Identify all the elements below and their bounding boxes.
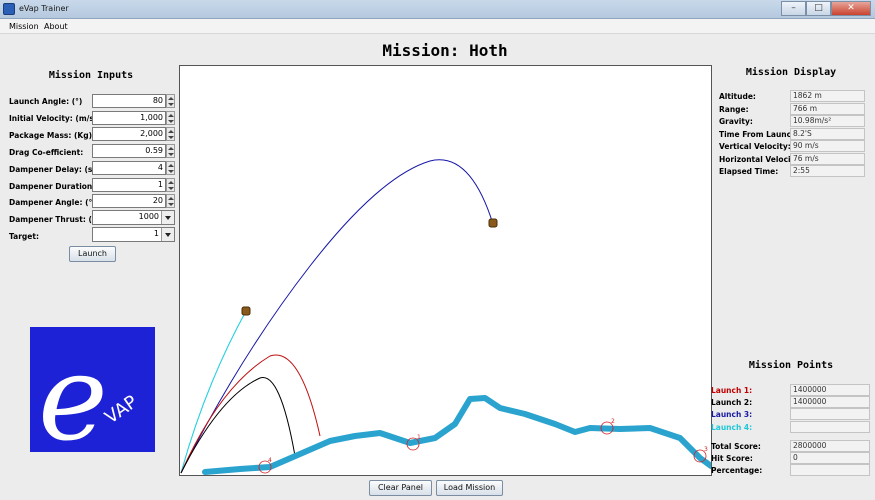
time-from-launch-label: Time From Launch: xyxy=(719,130,800,139)
target-select[interactable]: 1 xyxy=(92,227,175,242)
drag-coefficient-spinner[interactable] xyxy=(166,144,175,158)
elapsed-time-value: 2:55 xyxy=(790,165,865,177)
total-score-value: 2800000 xyxy=(790,440,870,452)
package-mass-label: Package Mass: (Kg) xyxy=(9,131,93,140)
window-title: eVap Trainer xyxy=(19,4,69,13)
initial-velocity-label: Initial Velocity: (m/s) xyxy=(9,114,98,123)
package-icon xyxy=(241,306,251,316)
trajectory-black xyxy=(180,376,296,474)
chevron-down-icon[interactable] xyxy=(161,228,174,241)
menu-about[interactable]: About xyxy=(44,22,68,31)
dampener-thrust-select[interactable]: 1000 xyxy=(92,210,175,225)
dampener-angle-input[interactable]: 20 xyxy=(92,194,166,208)
altitude-label: Altitude: xyxy=(719,92,756,101)
target-label-1: 1 xyxy=(417,434,421,441)
dampener-duration-spinner[interactable] xyxy=(166,178,175,192)
total-score-label: Total Score: xyxy=(711,442,761,451)
altitude-value: 1862 m xyxy=(790,90,865,102)
target-label: Target: xyxy=(9,232,39,241)
minimize-button[interactable]: – xyxy=(781,1,806,16)
close-button[interactable]: ✕ xyxy=(831,1,871,16)
launch-3-value xyxy=(790,408,870,420)
launch-angle-input[interactable]: 80 xyxy=(92,94,166,108)
range-value: 766 m xyxy=(790,103,865,115)
initial-velocity-spinner[interactable] xyxy=(166,111,175,125)
dampener-delay-label: Dampener Delay: (s) xyxy=(9,165,96,174)
drag-coefficient-label: Drag Co-efficient: xyxy=(9,148,84,157)
gravity-value: 10.98m/s² xyxy=(790,115,865,127)
vertical-velocity-value: 90 m/s xyxy=(790,140,865,152)
chevron-down-icon[interactable] xyxy=(161,211,174,224)
points-title: Mission Points xyxy=(748,360,834,371)
evap-logo: e VAP xyxy=(30,327,155,467)
horizontal-velocity-value: 76 m/s xyxy=(790,153,865,165)
hit-score-value: 0 xyxy=(790,452,870,464)
percentage-value xyxy=(790,464,870,476)
hit-score-label: Hit Score: xyxy=(711,454,753,463)
launch-angle-label: Launch Angle: (°) xyxy=(9,97,83,106)
elapsed-time-label: Elapsed Time: xyxy=(719,167,779,176)
simulation-canvas[interactable]: 4 1 2 3 xyxy=(179,65,712,476)
range-label: Range: xyxy=(719,105,749,114)
launch-2-value: 1400000 xyxy=(790,396,870,408)
load-mission-button[interactable]: Load Mission xyxy=(436,480,503,496)
target-label-3: 3 xyxy=(704,446,708,453)
logo-letter: e xyxy=(38,329,108,452)
target-label-4: 4 xyxy=(268,457,272,464)
dampener-thrust-value: 1000 xyxy=(138,212,159,221)
target-value: 1 xyxy=(153,229,159,238)
dampener-angle-spinner[interactable] xyxy=(166,194,175,208)
dampener-thrust-label: Dampener Thrust: (N) xyxy=(9,215,102,224)
gravity-label: Gravity: xyxy=(719,117,753,126)
percentage-label: Percentage: xyxy=(711,466,763,475)
app-icon xyxy=(3,3,15,15)
dampener-angle-label: Dampener Angle: (°) xyxy=(9,198,96,207)
trajectory-blue xyxy=(180,159,494,474)
launch-2-label: Launch 2: xyxy=(711,398,753,407)
launch-1-label: Launch 1: xyxy=(711,386,753,395)
dampener-duration-input[interactable]: 1 xyxy=(92,178,166,192)
clear-panel-button[interactable]: Clear Panel xyxy=(369,480,432,496)
launch-4-value xyxy=(790,421,870,433)
package-mass-spinner[interactable] xyxy=(166,127,175,141)
display-title: Mission Display xyxy=(745,67,837,78)
launch-4-label: Launch 4: xyxy=(711,423,753,432)
launch-1-value: 1400000 xyxy=(790,384,870,396)
launch-angle-spinner[interactable] xyxy=(166,94,175,108)
target-label-2: 2 xyxy=(611,418,615,425)
launch-button[interactable]: Launch xyxy=(69,246,116,262)
terrain-line xyxy=(202,395,711,475)
package-mass-input[interactable]: 2,000 xyxy=(92,127,166,141)
launch-3-label: Launch 3: xyxy=(711,410,753,419)
inputs-title: Mission Inputs xyxy=(48,70,134,81)
drag-coefficient-input[interactable]: 0.59 xyxy=(92,144,166,158)
package-icon xyxy=(488,218,498,228)
initial-velocity-input[interactable]: 1,000 xyxy=(92,111,166,125)
menu-bar: Mission About xyxy=(0,19,875,34)
title-bar: eVap Trainer – □ ✕ xyxy=(0,0,875,19)
vertical-velocity-label: Vertical Velocity: xyxy=(719,142,791,151)
page-title: Mission: Hoth xyxy=(382,41,508,60)
dampener-delay-spinner[interactable] xyxy=(166,161,175,175)
dampener-delay-input[interactable]: 4 xyxy=(92,161,166,175)
trajectory-cyan xyxy=(180,310,247,474)
time-from-launch-value: 8.2'S xyxy=(790,128,865,140)
maximize-button[interactable]: □ xyxy=(806,1,831,16)
menu-mission[interactable]: Mission xyxy=(9,22,39,31)
